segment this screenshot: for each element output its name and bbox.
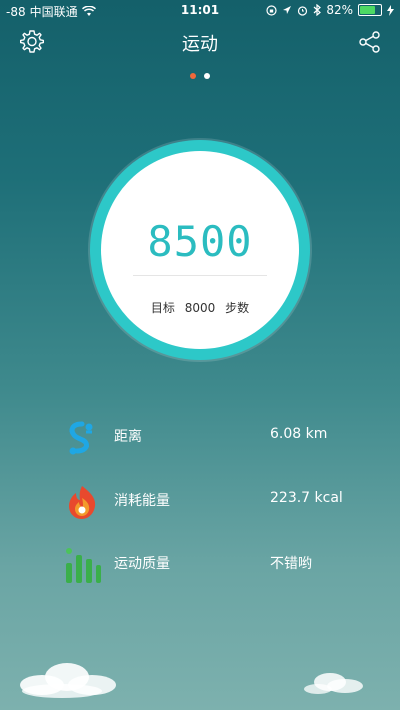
page-dot-inactive[interactable] (204, 73, 210, 79)
quality-bars-icon (66, 548, 101, 583)
nav-bar: 运动 (0, 24, 400, 58)
distance-icon (69, 421, 93, 455)
battery-level (360, 6, 375, 14)
stat-row-distance: 距离 6.08 km (62, 414, 362, 458)
battery-percent: 82% (326, 3, 353, 17)
bluetooth-icon (313, 4, 322, 16)
goal-unit: 步数 (225, 301, 250, 315)
page-dot-active[interactable] (190, 73, 196, 79)
steps-ring[interactable]: 8500 目标 8000 步数 (90, 140, 310, 360)
status-bar: -88 中国联通 11:01 82% (0, 0, 400, 20)
rotation-lock-icon (266, 4, 277, 16)
steps-ring-inner: 8500 目标 8000 步数 (101, 151, 299, 349)
stat-row-calories: 消耗能量 223.7 kcal (62, 478, 362, 522)
goal-prefix: 目标 (150, 301, 175, 315)
status-right: 82% (266, 3, 394, 17)
battery-icon (358, 4, 382, 16)
charging-icon (387, 4, 394, 16)
stat-label: 消耗能量 (114, 493, 170, 509)
stat-row-quality: 运动质量 不错哟 (62, 541, 362, 585)
stat-value: 不错哟 (270, 556, 312, 572)
location-arrow-icon (283, 6, 292, 14)
cloud-decoration-right (304, 673, 363, 694)
stat-label: 距离 (114, 429, 142, 445)
goal-value: 8000 (184, 301, 216, 315)
page-indicator (0, 73, 400, 79)
cloud-decoration-left (20, 663, 116, 698)
page-title: 运动 (182, 34, 218, 55)
share-icon[interactable] (356, 28, 384, 56)
stat-label: 运动质量 (114, 556, 170, 572)
stat-value: 6.08 km (270, 426, 328, 442)
ring-divider (133, 275, 267, 276)
alarm-icon (298, 5, 308, 16)
step-count: 8500 (147, 217, 253, 266)
calorie-flame-icon (69, 486, 96, 519)
step-goal: 目标 8000 步数 (101, 299, 299, 316)
stat-value: 223.7 kcal (270, 490, 343, 506)
